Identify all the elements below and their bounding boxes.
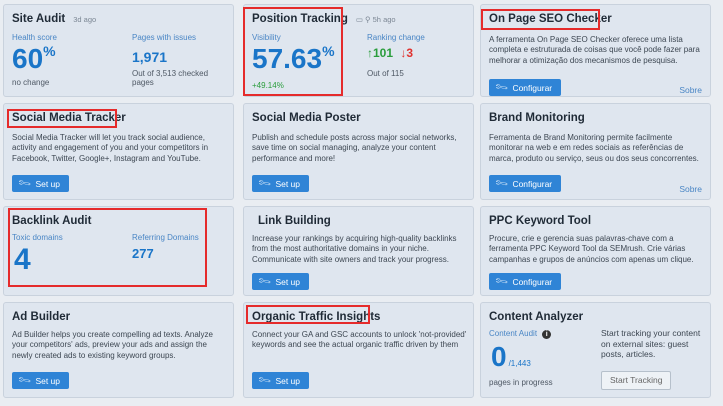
on-page-seo-title: On Page SEO Checker (489, 13, 612, 25)
organic-traffic-setup-button[interactable]: 🔧︎ Set up (252, 372, 310, 389)
social-poster-description: Publish and schedule posts across major … (252, 133, 457, 163)
ad-builder-card[interactable]: Ad Builder Ad Builder helps you create c… (3, 302, 234, 398)
social-poster-card[interactable]: Social Media Poster Publish and schedule… (243, 103, 474, 200)
brand-monitoring-title: Brand Monitoring (489, 112, 585, 124)
organic-traffic-description: Connect your GA and GSC accounts to unlo… (252, 330, 467, 350)
wrench-icon: 🔧︎ (16, 372, 32, 388)
wrench-icon: 🔧︎ (16, 175, 32, 191)
info-icon[interactable]: i (542, 330, 552, 339)
pages-issues-label: Pages with issues (132, 33, 197, 42)
brand-monitoring-configure-button[interactable]: 🔧︎ Configurar (489, 175, 562, 192)
visibility-label: Visibility (252, 33, 281, 42)
backlink-audit-title: Backlink Audit (12, 215, 92, 227)
social-tracker-description: Social Media Tracker will let you track … (12, 133, 209, 163)
wrench-icon: 🔧︎ (493, 79, 509, 95)
link-building-title: Link Building (258, 215, 331, 227)
social-poster-setup-button[interactable]: 🔧︎ Set up (252, 175, 310, 192)
on-page-seo-card[interactable]: On Page SEO Checker A ferramenta On Page… (480, 4, 711, 97)
site-audit-card[interactable]: Site Audit 3d ago Health score 60% no cha… (3, 4, 234, 97)
social-poster-title: Social Media Poster (252, 112, 361, 124)
brand-monitoring-card[interactable]: Brand Monitoring Ferramenta de Brand Mon… (480, 103, 711, 200)
content-analyzer-title: Content Analyzer (489, 311, 584, 323)
ranking-note: Out of 115 (367, 69, 404, 78)
social-tracker-title: Social Media Tracker (12, 112, 126, 124)
social-tracker-card[interactable]: Social Media Tracker Social Media Tracke… (3, 103, 234, 200)
content-audit-value[interactable]: 0/1,443 (491, 341, 531, 373)
pages-issues-note: Out of 3,513 checked pages (132, 69, 209, 87)
position-tracking-card[interactable]: Position Tracking ▭ ⚲ 5h ago Visibility 5… (243, 4, 474, 97)
wrench-icon: 🔧︎ (256, 273, 272, 289)
start-tracking-button[interactable]: Start Tracking (601, 371, 672, 390)
content-audit-label: Content Audit (489, 329, 538, 338)
referring-domains-value[interactable]: 277 (132, 246, 154, 261)
toxic-domains-value[interactable]: 4 (14, 243, 31, 277)
backlink-audit-card[interactable]: Backlink Audit Toxic domains 4 Referring… (3, 206, 234, 296)
visibility-change: +49.14% (252, 81, 284, 90)
ranking-down-value: 3 (406, 46, 414, 60)
ad-builder-description: Ad Builder helps you create compelling a… (12, 330, 214, 360)
wrench-icon: 🔧︎ (256, 372, 272, 388)
ppc-keyword-configure-button[interactable]: 🔧︎ Configurar (489, 273, 562, 290)
link-building-setup-button[interactable]: 🔧︎ Set up (252, 273, 310, 290)
monitor-icon: ▭ (355, 15, 363, 24)
referring-domains-label: Referring Domains (132, 233, 199, 242)
content-analyzer-card[interactable]: Content Analyzer Content Audit i 0/1,443… (480, 302, 711, 398)
ad-builder-setup-button[interactable]: 🔧︎ Set up (12, 372, 70, 389)
link-building-card[interactable]: Link Building Increase your rankings by … (243, 206, 474, 296)
organic-traffic-title: Organic Traffic Insights (252, 311, 381, 323)
position-tracking-updated: 5h ago (372, 15, 396, 24)
on-page-seo-description: A ferramenta On Page SEO Checker oferece… (489, 35, 700, 65)
site-audit-updated: 3d ago (73, 15, 97, 24)
health-change: no change (12, 78, 50, 87)
site-audit-title: Site Audit (12, 13, 66, 25)
start-tracking-text: Start tracking your content on external … (601, 328, 701, 359)
ranking-change-values[interactable]: ↑101 ↓3 (367, 46, 413, 60)
wrench-icon: 🔧︎ (256, 175, 272, 191)
ranking-up-value: 101 (373, 46, 394, 60)
health-score-value[interactable]: 60% (12, 43, 56, 75)
ad-builder-title: Ad Builder (12, 311, 71, 323)
link-building-description: Increase your rankings by acquiring high… (252, 234, 457, 264)
position-tracking-title: Position Tracking (252, 13, 348, 25)
content-audit-note: pages in progress (489, 378, 553, 387)
wrench-icon: 🔧︎ (493, 175, 509, 191)
location-pin-icon: ⚲ (365, 15, 371, 24)
ppc-keyword-card[interactable]: PPC Keyword Tool Procure, crie e gerenci… (480, 206, 711, 296)
brand-monitoring-about-link[interactable]: Sobre (679, 184, 702, 194)
wrench-icon: 🔧︎ (493, 273, 509, 289)
ppc-keyword-title: PPC Keyword Tool (489, 215, 592, 227)
social-tracker-setup-button[interactable]: 🔧︎ Set up (12, 175, 70, 192)
on-page-seo-about-link[interactable]: Sobre (679, 85, 702, 95)
ranking-change-label: Ranking change (367, 33, 425, 42)
ppc-keyword-description: Procure, crie e gerencia suas palavras-c… (489, 234, 694, 264)
visibility-value[interactable]: 57.63% (252, 43, 335, 75)
organic-traffic-card[interactable]: Organic Traffic Insights Connect your GA… (243, 302, 474, 398)
on-page-seo-configure-button[interactable]: 🔧︎ Configurar (489, 79, 562, 96)
brand-monitoring-description: Ferramenta de Brand Monitoring permite f… (489, 133, 699, 163)
toxic-domains-label: Toxic domains (12, 233, 63, 242)
health-score-label: Health score (12, 33, 57, 42)
pages-issues-value[interactable]: 1,971 (132, 49, 167, 65)
